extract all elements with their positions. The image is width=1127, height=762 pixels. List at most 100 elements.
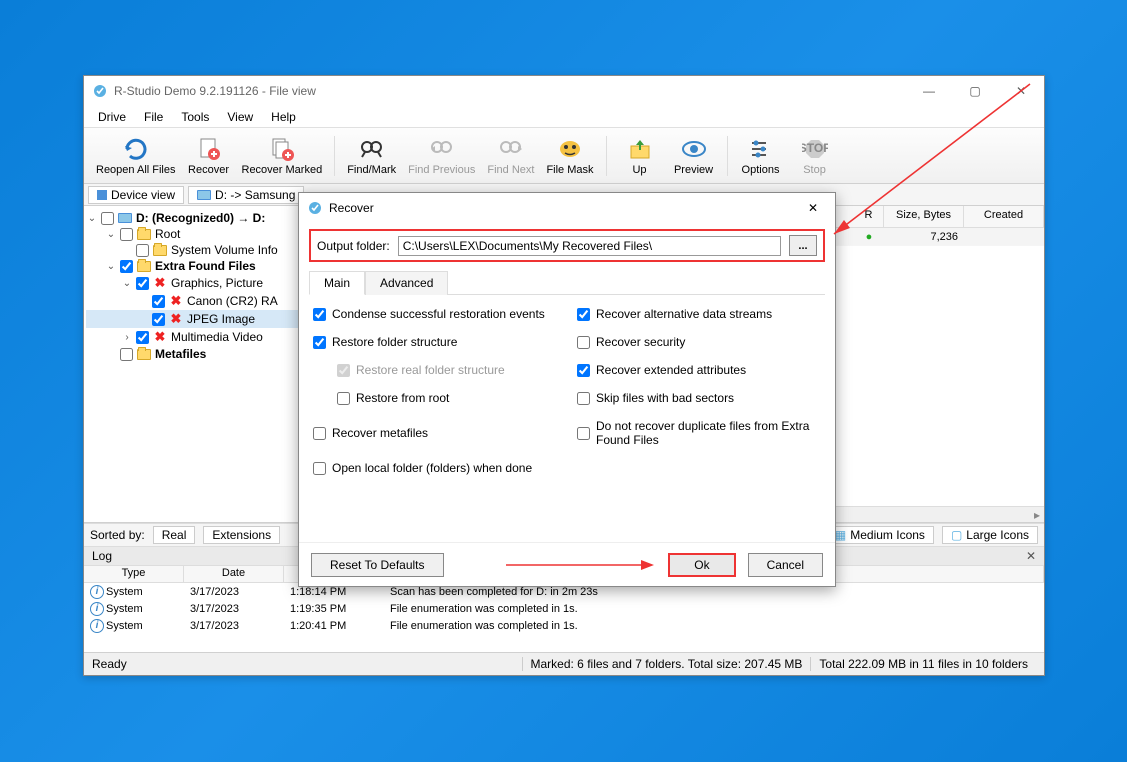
tree-node[interactable]: ⌄Extra Found Files <box>86 258 299 274</box>
maximize-button[interactable]: ▢ <box>952 76 998 106</box>
tree-checkbox[interactable] <box>120 260 133 273</box>
tool-file-mask[interactable]: File Mask <box>542 130 597 182</box>
option-checkbox[interactable]: Restore folder structure <box>313 335 557 349</box>
menu-tools[interactable]: Tools <box>173 108 217 126</box>
toolbar: Reopen All Files Recover Recover Marked … <box>84 128 1044 184</box>
browse-button[interactable]: ... <box>789 235 817 256</box>
recover-dialog: Recover ✕ Output folder: ... Main Advanc… <box>298 192 836 587</box>
tool-find-previous[interactable]: Find Previous <box>404 130 479 182</box>
col-size[interactable]: Size, Bytes <box>884 206 964 227</box>
titlebar: R-Studio Demo 9.2.191126 - File view — ▢… <box>84 76 1044 106</box>
info-icon: i <box>84 602 100 616</box>
log-close-button[interactable]: ✕ <box>1026 549 1036 563</box>
drive-icon <box>117 213 133 223</box>
tree-label: Canon (CR2) RA <box>187 294 278 308</box>
menu-file[interactable]: File <box>136 108 171 126</box>
window-title: R-Studio Demo 9.2.191126 - File view <box>114 84 316 98</box>
options-grid: Condense successful restoration events Re… <box>309 295 825 542</box>
medium-icons-button[interactable]: ▦Medium Icons <box>826 526 934 544</box>
large-icons-button[interactable]: ▢Large Icons <box>942 526 1038 544</box>
dialog-close-button[interactable]: ✕ <box>791 193 835 223</box>
sort-extensions-button[interactable]: Extensions <box>203 526 280 544</box>
option-checkbox[interactable]: Open local folder (folders) when done <box>313 461 557 475</box>
x-red-icon: ✖ <box>152 275 168 291</box>
output-folder-input[interactable] <box>398 236 781 256</box>
tree-checkbox[interactable] <box>152 313 165 326</box>
tool-stop[interactable]: STOPStop <box>790 130 840 182</box>
log-cell: 3/17/2023 <box>184 620 284 632</box>
x-red-icon: ✖ <box>168 293 184 309</box>
option-checkbox[interactable]: Condense successful restoration events <box>313 307 557 321</box>
tree-node[interactable]: ›✖Multimedia Video <box>86 328 299 346</box>
log-cell: 1:19:35 PM <box>284 603 384 615</box>
tree-checkbox[interactable] <box>136 277 149 290</box>
option-checkbox[interactable]: Skip files with bad sectors <box>577 391 821 405</box>
option-checkbox[interactable]: Recover extended attributes <box>577 363 821 377</box>
tree-node[interactable]: Metafiles <box>86 346 299 362</box>
tool-up[interactable]: Up <box>615 130 665 182</box>
cancel-button[interactable]: Cancel <box>748 553 823 577</box>
tree-node[interactable]: ✖JPEG Image <box>86 310 299 328</box>
log-row[interactable]: iSystem3/17/20231:19:35 PMFile enumerati… <box>84 600 1044 617</box>
expand-icon[interactable]: › <box>121 332 133 343</box>
ok-button[interactable]: Ok <box>668 553 735 577</box>
log-row[interactable]: iSystem3/17/20231:20:41 PMFile enumerati… <box>84 617 1044 634</box>
expand-icon[interactable]: ⌄ <box>105 229 117 240</box>
status-marked: Marked: 6 files and 7 folders. Total siz… <box>522 657 811 671</box>
tool-preview[interactable]: Preview <box>669 130 719 182</box>
tree-root[interactable]: ⌄ D: (Recognized0) → D: <box>86 210 299 226</box>
tree-pane[interactable]: ⌄ D: (Recognized0) → D: ⌄RootSystem Volu… <box>84 206 302 522</box>
tab-main[interactable]: Main <box>309 271 365 295</box>
option-checkbox[interactable]: Restore from root <box>313 391 557 405</box>
tab-device-view[interactable]: Device view <box>88 186 184 204</box>
minimize-button[interactable]: — <box>906 76 952 106</box>
option-checkbox[interactable]: Recover security <box>577 335 821 349</box>
log-cell-text: File enumeration was completed in 1s. <box>384 603 1044 615</box>
sort-real-button[interactable]: Real <box>153 526 196 544</box>
svg-text:STOP: STOP <box>802 141 828 155</box>
folder-icon <box>136 261 152 272</box>
tab-advanced[interactable]: Advanced <box>365 271 448 295</box>
sorted-by-label: Sorted by: <box>90 528 145 542</box>
menu-drive[interactable]: Drive <box>90 108 134 126</box>
info-icon: i <box>84 585 100 599</box>
tree-checkbox[interactable] <box>136 244 149 257</box>
option-checkbox[interactable]: Recover alternative data streams <box>577 307 821 321</box>
tree-node[interactable]: System Volume Info <box>86 242 299 258</box>
tree-node[interactable]: ⌄Root <box>86 226 299 242</box>
tab-drive-view[interactable]: D: -> Samsung <box>188 186 304 204</box>
tree-checkbox[interactable] <box>136 331 149 344</box>
expand-icon[interactable]: ⌄ <box>121 278 133 289</box>
tree-root-label: D: (Recognized0) → D: <box>136 211 265 225</box>
option-checkbox[interactable]: Do not recover duplicate files from Extr… <box>577 419 821 447</box>
tree-node[interactable]: ⌄✖Graphics, Picture <box>86 274 299 292</box>
tree-node[interactable]: ✖Canon (CR2) RA <box>86 292 299 310</box>
close-button[interactable]: ✕ <box>998 76 1044 106</box>
tool-options[interactable]: Options <box>736 130 786 182</box>
tool-find-mark[interactable]: Find/Mark <box>343 130 400 182</box>
tool-recover[interactable]: Recover <box>184 130 234 182</box>
tree-checkbox[interactable] <box>120 348 133 361</box>
tool-reopen-all[interactable]: Reopen All Files <box>92 130 180 182</box>
tool-find-next[interactable]: Find Next <box>483 130 538 182</box>
reset-defaults-button[interactable]: Reset To Defaults <box>311 553 444 577</box>
expand-icon[interactable]: ⌄ <box>105 261 117 272</box>
log-cell: System <box>100 620 184 632</box>
col-created[interactable]: Created <box>964 206 1044 227</box>
menu-view[interactable]: View <box>219 108 261 126</box>
log-col-date[interactable]: Date <box>184 566 284 582</box>
dialog-title: Recover <box>329 201 374 215</box>
window-controls: — ▢ ✕ <box>906 76 1044 106</box>
tree-checkbox[interactable] <box>101 212 114 225</box>
tool-recover-marked[interactable]: Recover Marked <box>238 130 327 182</box>
tree-label: JPEG Image <box>187 312 255 326</box>
option-checkbox[interactable]: Recover metafiles <box>313 419 557 447</box>
log-col-type[interactable]: Type <box>84 566 184 582</box>
tree-checkbox[interactable] <box>120 228 133 241</box>
expand-icon[interactable]: ⌄ <box>86 213 98 224</box>
log-cell: 3/17/2023 <box>184 586 284 598</box>
col-r[interactable]: R <box>854 206 884 227</box>
cell-size: 7,236 <box>884 231 964 243</box>
tree-checkbox[interactable] <box>152 295 165 308</box>
menu-help[interactable]: Help <box>263 108 304 126</box>
